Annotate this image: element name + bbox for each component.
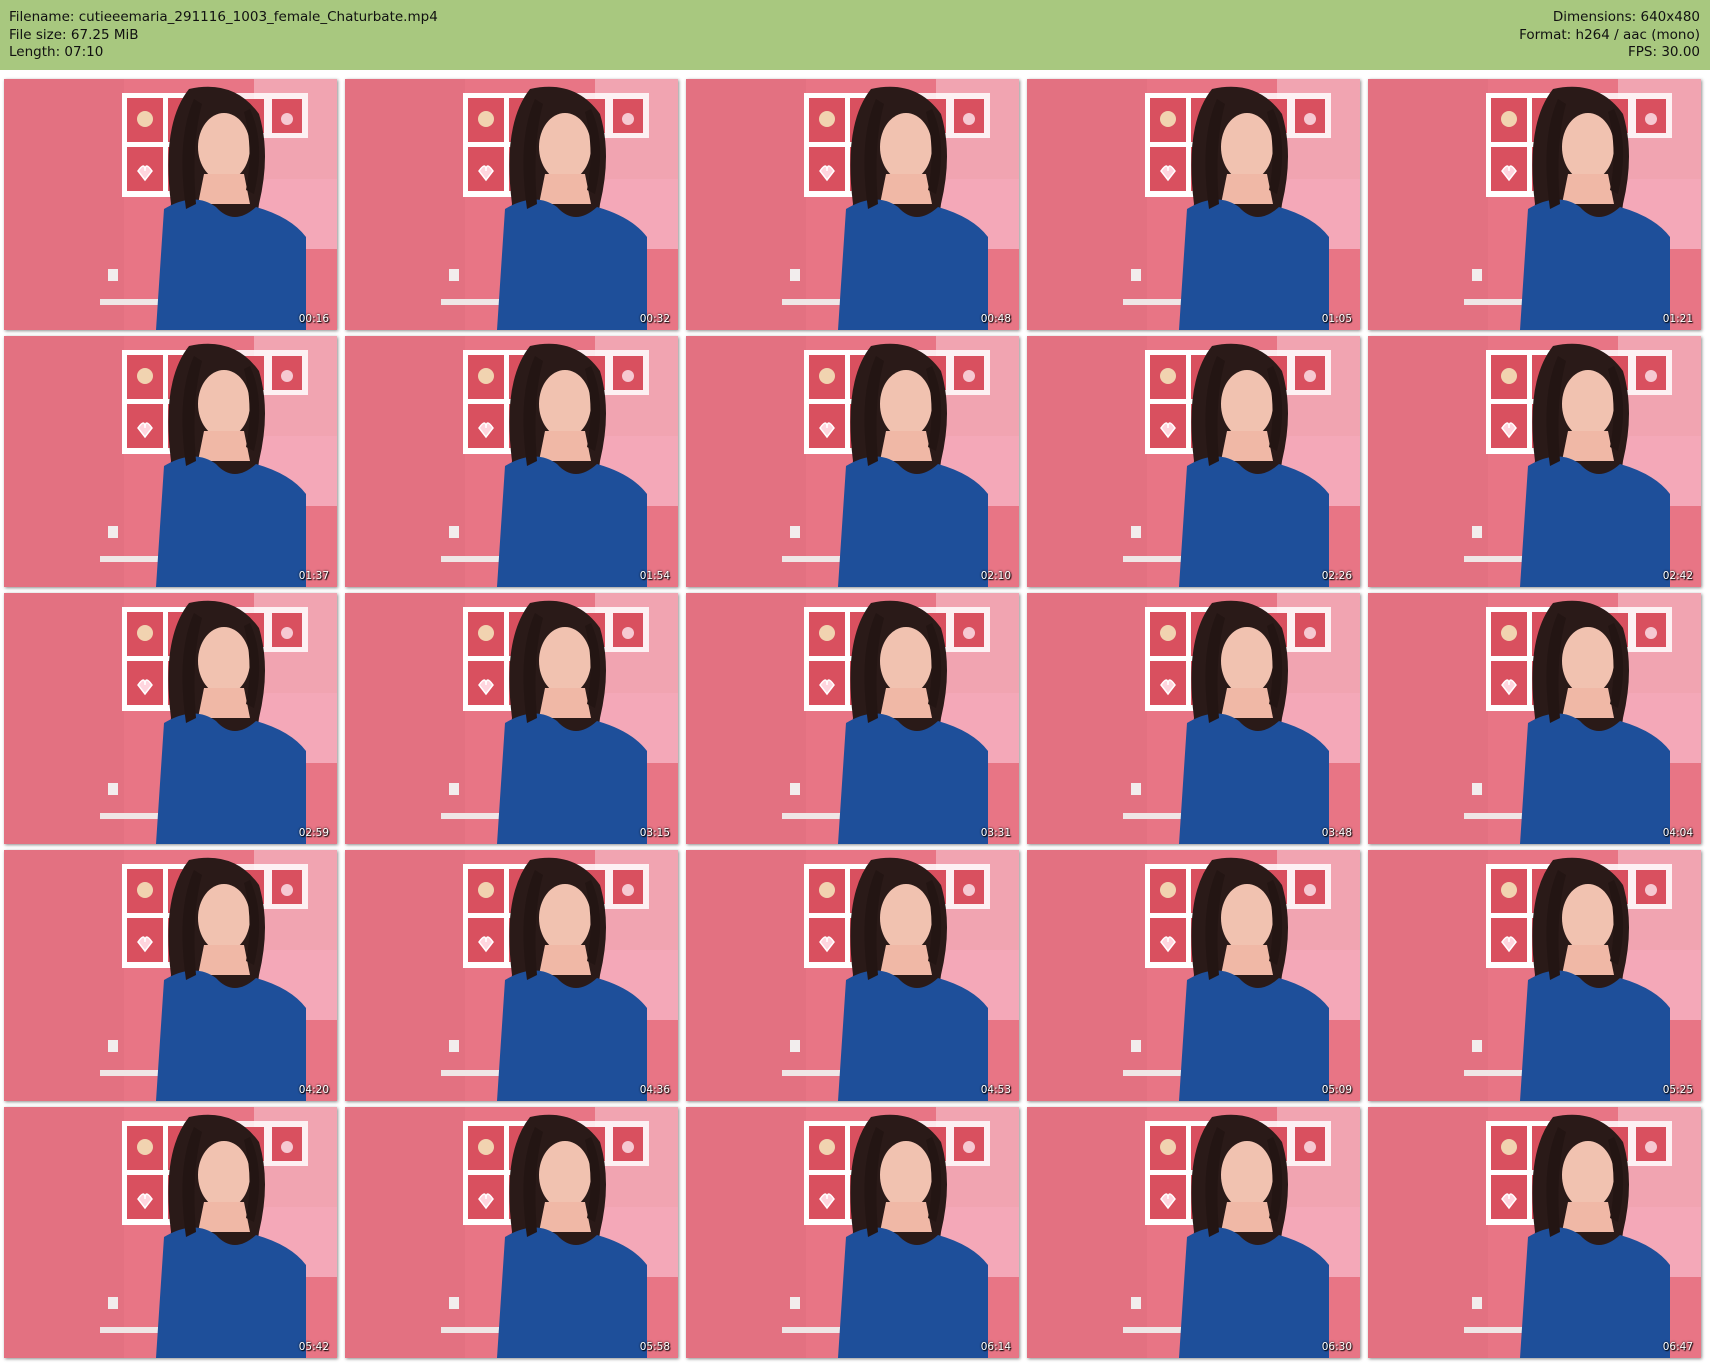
timestamp-label: 02:26 — [1321, 570, 1352, 582]
dimensions-text: Dimensions: 640x480 — [1552, 9, 1700, 25]
video-frame-image — [4, 850, 337, 1101]
thumbnail[interactable]: 05:42 — [4, 1107, 337, 1358]
video-frame-image — [4, 1107, 337, 1358]
timestamp-label: 00:48 — [980, 313, 1011, 325]
video-frame-image — [686, 593, 1019, 844]
thumbnail[interactable]: 03:31 — [686, 593, 1019, 844]
thumbnail[interactable]: 01:21 — [1368, 79, 1701, 330]
timestamp-label: 03:15 — [639, 827, 670, 839]
file-info-left: Filename: cutieeemaria_291116_1003_femal… — [9, 9, 438, 62]
video-frame-image — [1027, 336, 1360, 587]
timestamp-label: 04:20 — [298, 1084, 329, 1096]
video-frame-image — [4, 593, 337, 844]
format-text: Format: h264 / aac (mono) — [1519, 26, 1700, 43]
thumbnail[interactable]: 05:58 — [345, 1107, 678, 1358]
thumbnail[interactable]: 02:42 — [1368, 336, 1701, 587]
thumbnail[interactable]: 03:15 — [345, 593, 678, 844]
timestamp-label: 02:42 — [1662, 570, 1693, 582]
timestamp-label: 04:53 — [980, 1084, 1011, 1096]
timestamp-label: 00:16 — [298, 313, 329, 325]
video-frame-image — [1027, 850, 1360, 1101]
video-frame-image — [686, 1107, 1019, 1358]
thumbnail[interactable]: 02:59 — [4, 593, 337, 844]
length-text: Length: 07:10 — [9, 44, 104, 60]
thumbnail[interactable]: 04:20 — [4, 850, 337, 1101]
timestamp-label: 01:21 — [1662, 313, 1693, 325]
video-frame-image — [686, 850, 1019, 1101]
thumbnail[interactable]: 01:05 — [1027, 79, 1360, 330]
video-frame-image — [4, 79, 337, 330]
video-frame-image — [1368, 336, 1701, 587]
thumbnail[interactable]: 01:37 — [4, 336, 337, 587]
thumbnail[interactable]: 04:04 — [1368, 593, 1701, 844]
thumbnail[interactable]: 02:26 — [1027, 336, 1360, 587]
file-info-right: Dimensions: 640x480 Format: h264 / aac (… — [1519, 9, 1700, 62]
thumbnail[interactable]: 00:48 — [686, 79, 1019, 330]
video-frame-image — [1027, 1107, 1360, 1358]
thumbnail[interactable]: 04:36 — [345, 850, 678, 1101]
info-header: Filename: cutieeemaria_291116_1003_femal… — [0, 0, 1710, 70]
video-frame-image — [1368, 850, 1701, 1101]
timestamp-label: 02:10 — [980, 570, 1011, 582]
timestamp-label: 05:25 — [1662, 1084, 1693, 1096]
thumbnail[interactable]: 06:14 — [686, 1107, 1019, 1358]
timestamp-label: 04:36 — [639, 1084, 670, 1096]
timestamp-label: 06:14 — [980, 1341, 1011, 1353]
video-frame-image — [1027, 79, 1360, 330]
video-frame-image — [4, 336, 337, 587]
video-frame-image — [345, 336, 678, 587]
video-frame-image — [686, 336, 1019, 587]
timestamp-label: 05:42 — [298, 1341, 329, 1353]
video-frame-image — [686, 79, 1019, 330]
video-frame-image — [345, 850, 678, 1101]
video-frame-image — [345, 1107, 678, 1358]
thumbnail[interactable]: 02:10 — [686, 336, 1019, 587]
video-frame-image — [1027, 593, 1360, 844]
timestamp-label: 06:47 — [1662, 1341, 1693, 1353]
timestamp-label: 00:32 — [639, 313, 670, 325]
thumbnail[interactable]: 05:09 — [1027, 850, 1360, 1101]
thumbnail[interactable]: 04:53 — [686, 850, 1019, 1101]
timestamp-label: 06:30 — [1321, 1341, 1352, 1353]
timestamp-label: 03:31 — [980, 827, 1011, 839]
timestamp-label: 04:04 — [1662, 827, 1693, 839]
filename-text: Filename: cutieeemaria_291116_1003_femal… — [9, 9, 438, 25]
thumbnail-grid: 00:16 00:32 00:48 01:05 01:21 01:37 01:5… — [4, 79, 1706, 1358]
thumbnail[interactable]: 00:32 — [345, 79, 678, 330]
filesize-text: File size: 67.25 MiB — [9, 26, 139, 43]
timestamp-label: 01:05 — [1321, 313, 1352, 325]
timestamp-label: 01:54 — [639, 570, 670, 582]
timestamp-label: 03:48 — [1321, 827, 1352, 839]
thumbnail[interactable]: 01:54 — [345, 336, 678, 587]
timestamp-label: 02:59 — [298, 827, 329, 839]
thumbnail[interactable]: 06:30 — [1027, 1107, 1360, 1358]
video-frame-image — [1368, 1107, 1701, 1358]
thumbnail[interactable]: 06:47 — [1368, 1107, 1701, 1358]
timestamp-label: 05:58 — [639, 1341, 670, 1353]
video-frame-image — [1368, 593, 1701, 844]
thumbnail[interactable]: 03:48 — [1027, 593, 1360, 844]
video-frame-image — [345, 593, 678, 844]
thumbnail[interactable]: 05:25 — [1368, 850, 1701, 1101]
fps-text: FPS: 30.00 — [1628, 44, 1700, 60]
video-frame-image — [1368, 79, 1701, 330]
thumbnail[interactable]: 00:16 — [4, 79, 337, 330]
timestamp-label: 05:09 — [1321, 1084, 1352, 1096]
timestamp-label: 01:37 — [298, 570, 329, 582]
video-frame-image — [345, 79, 678, 330]
